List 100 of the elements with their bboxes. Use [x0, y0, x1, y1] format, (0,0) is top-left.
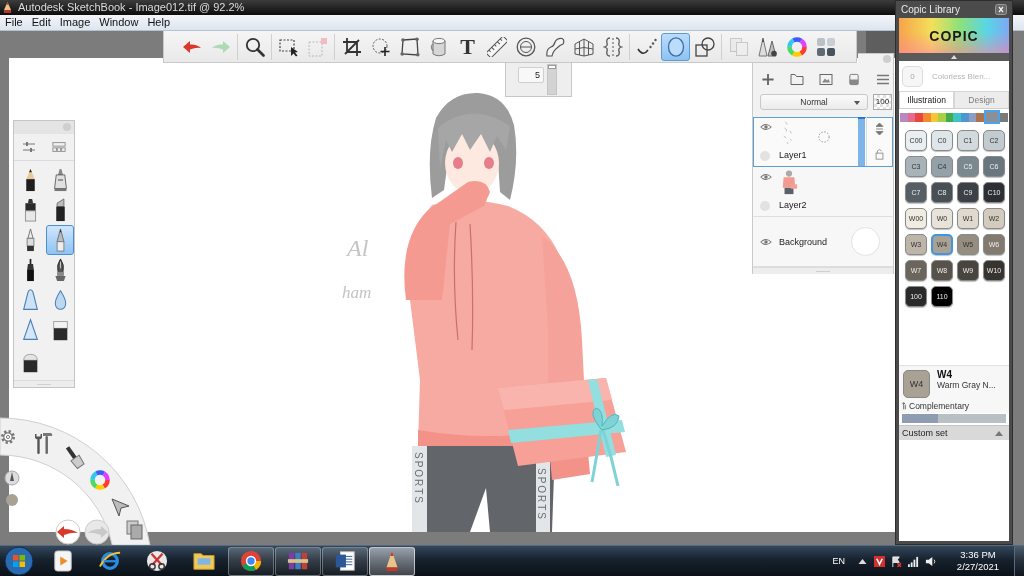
quadrilateral-icon: [399, 36, 420, 57]
eye-icon[interactable]: [760, 238, 772, 246]
sliders-icon[interactable]: [22, 141, 36, 153]
library-icon[interactable]: [52, 141, 66, 153]
pen-tip-icon[interactable]: [4, 470, 20, 486]
swatch-grid-icon: [815, 36, 836, 57]
layers-icon[interactable]: [126, 520, 143, 540]
section-header[interactable]: Custom set: [899, 425, 1009, 440]
blend-mode-dropdown[interactable]: Normal: [760, 94, 868, 110]
shapes-icon: [694, 36, 715, 57]
swap-arrows-icon[interactable]: [902, 402, 907, 410]
window-title: Copic Library: [901, 4, 960, 15]
scissors-icon: [146, 550, 168, 572]
menu-item[interactable]: Help: [143, 16, 176, 29]
layer-mask-icon[interactable]: [847, 72, 862, 86]
color-family-chip[interactable]: [984, 110, 1001, 124]
color-family-chip[interactable]: [907, 112, 916, 122]
menu-item[interactable]: Image: [55, 16, 96, 29]
layer-selection-bar: [858, 117, 865, 166]
plus-icon[interactable]: [761, 72, 775, 86]
brush-icon[interactable]: [65, 446, 85, 469]
menu-item[interactable]: File: [1, 16, 28, 29]
menu-icon[interactable]: [876, 72, 890, 86]
taskbar-button[interactable]: [275, 546, 321, 576]
window-title: Autodesk SketchBook - Image012.tif @ 92.2%: [18, 1, 245, 14]
caret-up-icon: [951, 55, 957, 59]
clock-date[interactable]: 2/27/2021: [956, 561, 1000, 573]
menu-item[interactable]: Window: [95, 16, 144, 29]
color-family-chip[interactable]: [1000, 112, 1008, 122]
browser-icon: [240, 550, 262, 572]
sketch-note: ham: [342, 283, 372, 302]
flag-icon[interactable]: [891, 555, 902, 567]
signal-icon[interactable]: [908, 555, 919, 567]
show-desktop-button[interactable]: [1014, 546, 1024, 576]
caret-up-icon[interactable]: [857, 558, 868, 564]
color-family-chip[interactable]: [900, 112, 908, 122]
brush-size-field[interactable]: 5: [518, 67, 544, 83]
color-family-chip[interactable]: [953, 112, 962, 122]
color-family-chip[interactable]: [968, 112, 977, 122]
taskbar-button[interactable]: [228, 546, 274, 576]
section-title: Custom set: [902, 428, 948, 438]
layer-dot-icon[interactable]: [760, 151, 770, 161]
tab[interactable]: Design: [954, 91, 1009, 108]
taskbar-button[interactable]: [322, 546, 368, 576]
layer-thumbnail: [780, 170, 798, 195]
resize-handle[interactable]: [14, 380, 74, 387]
redo-icon[interactable]: [84, 519, 110, 545]
collapsed-panel: [866, 31, 896, 53]
color-code: W4: [937, 370, 953, 380]
color-family-chip[interactable]: [922, 112, 931, 122]
speaker-icon[interactable]: [925, 555, 936, 567]
menu-item[interactable]: Edit: [27, 16, 56, 29]
chevron-tile-icon[interactable]: [874, 555, 885, 567]
color-dot-icon[interactable]: [6, 494, 18, 506]
wrench-hammer-icon[interactable]: [35, 433, 53, 454]
resize-handle[interactable]: [753, 267, 893, 274]
toolbar-button[interactable]: T: [453, 32, 482, 61]
selection-icon: [278, 36, 299, 57]
slider-thumb[interactable]: [548, 65, 556, 69]
magnifier-icon: [244, 36, 265, 57]
lock-icon[interactable]: [875, 147, 884, 160]
opacity-field[interactable]: 100: [873, 94, 892, 110]
start-button[interactable]: [4, 546, 34, 576]
airbrush-icon: [51, 168, 69, 192]
folder-icon[interactable]: [789, 72, 804, 86]
background-color-swatch[interactable]: [851, 227, 880, 256]
tab[interactable]: Illustration: [899, 91, 954, 108]
perspective-grid-icon: [573, 36, 594, 57]
language-indicator[interactable]: EN: [832, 556, 845, 566]
close-icon[interactable]: [995, 4, 1007, 15]
clock-time[interactable]: 3:36 PM: [960, 549, 996, 561]
brush-size-slider[interactable]: [547, 64, 557, 95]
undo-icon[interactable]: [55, 519, 81, 545]
color-family-chip[interactable]: [945, 112, 954, 122]
caret-up-icon: [995, 430, 1003, 436]
color-family-chip[interactable]: [976, 112, 985, 122]
color-family-chip[interactable]: [930, 112, 939, 122]
layer-name: Background: [779, 237, 828, 247]
image-icon[interactable]: [818, 72, 833, 86]
layer-row[interactable]: Layer2: [753, 167, 893, 217]
up-down-arrows-icon[interactable]: [875, 123, 884, 136]
triangle-icon: [21, 288, 39, 312]
color-wheel-icon[interactable]: [90, 470, 110, 490]
pants-print: SPORTS: [536, 468, 547, 521]
color-family-chip[interactable]: [961, 112, 969, 122]
play-icon: [52, 550, 74, 572]
eraser-icon: [51, 318, 69, 342]
pants-print: SPORTS: [413, 452, 424, 505]
eye-icon[interactable]: [760, 123, 772, 131]
layer-name: Layer2: [779, 200, 807, 210]
cursor-arrow-icon[interactable]: [111, 498, 130, 517]
eye-icon[interactable]: [760, 173, 772, 181]
pages-icon: [728, 36, 749, 57]
color-family-chip[interactable]: [915, 112, 923, 122]
dashed-circle-icon: [370, 36, 391, 57]
taskbar-button[interactable]: [369, 546, 415, 576]
document-icon: [334, 550, 356, 572]
gear-icon[interactable]: [1, 430, 15, 444]
color-family-chip[interactable]: [938, 112, 946, 122]
layer-row[interactable]: Layer1: [753, 117, 893, 167]
